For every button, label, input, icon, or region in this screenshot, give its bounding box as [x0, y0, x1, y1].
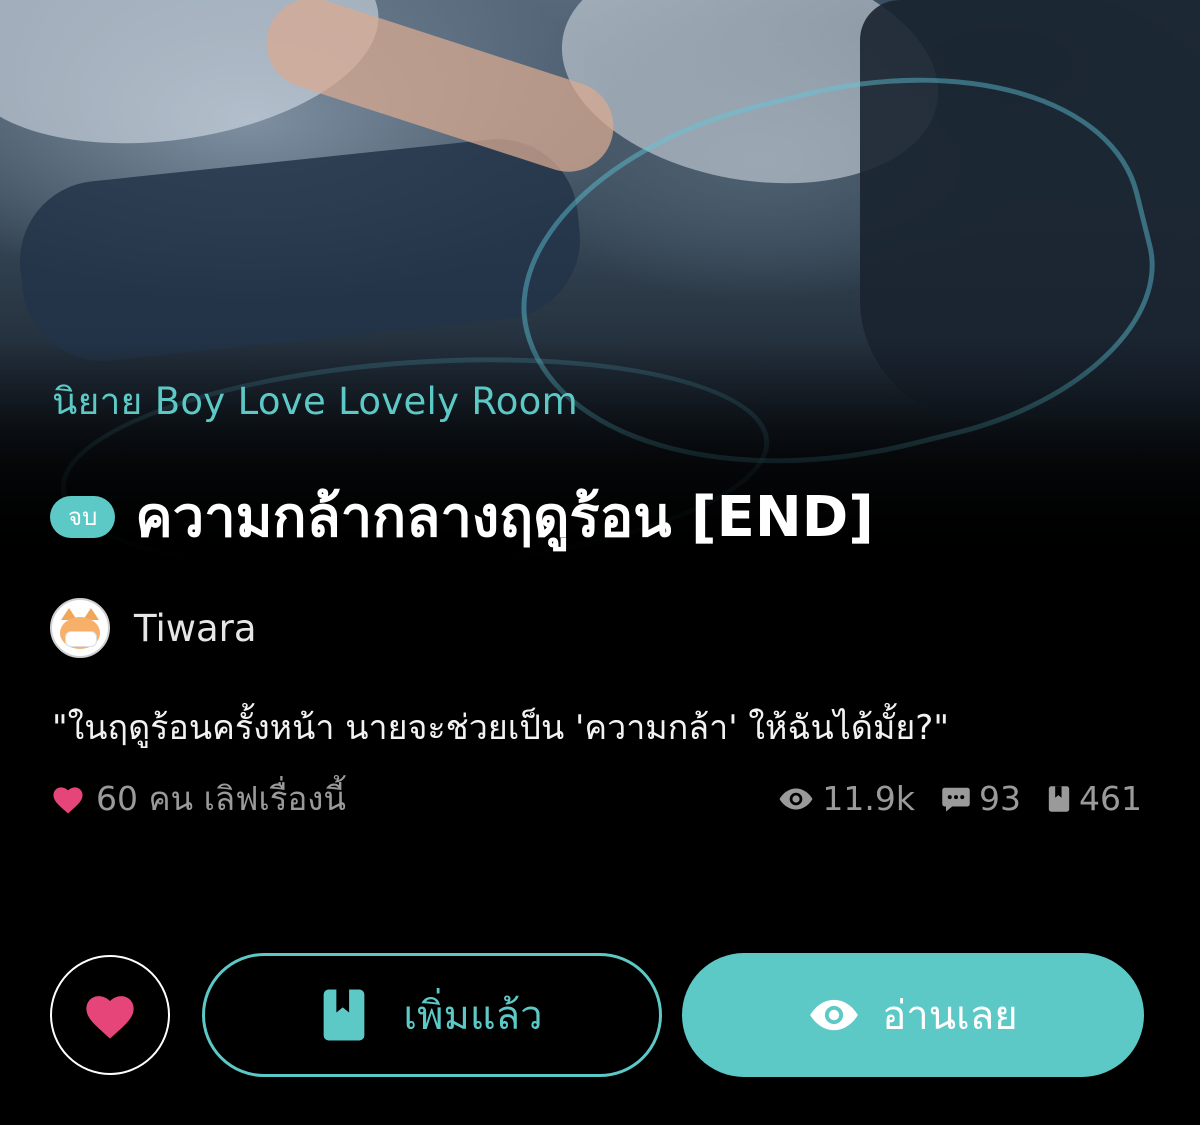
heart-icon — [86, 996, 134, 1039]
comments-stat: 93 — [941, 779, 1021, 818]
story-tagline: "ในฤดูร้อนครั้งหน้า นายจะช่วยเป็น 'ความก… — [52, 708, 949, 748]
stats-row: 60 คน เลิฟเรื่องนี้ 11.9k 93 461 — [50, 772, 1142, 825]
read-label: อ่านเลย — [882, 993, 1018, 1039]
avatar[interactable] — [50, 598, 110, 658]
story-title: ความกล้ากลางฤดูร้อน [END] — [135, 485, 874, 550]
added-to-library-button[interactable]: เพิ่มแล้ว — [202, 953, 662, 1077]
story-category[interactable]: นิยาย Boy Love Lovely Room — [52, 372, 578, 431]
heart-icon — [53, 786, 83, 814]
book-icon — [1048, 785, 1070, 812]
bookmarks-stat: 461 — [1047, 779, 1142, 818]
likes-text: 60 คน เลิฟเรื่องนี้ — [96, 779, 346, 818]
eye-icon — [810, 999, 859, 1031]
status-badge: จบ — [50, 495, 116, 538]
comments-count: 93 — [979, 779, 1021, 818]
read-now-button[interactable]: อ่านเลย — [682, 953, 1144, 1077]
title-row: จบ ความกล้ากลางฤดูร้อน [END] — [50, 472, 874, 561]
love-button[interactable] — [50, 955, 170, 1075]
avatar-mask — [65, 631, 97, 647]
comment-icon — [942, 787, 970, 811]
views-stat: 11.9k — [778, 779, 915, 818]
author-link[interactable]: Tiwara — [50, 598, 257, 658]
eye-icon — [779, 788, 813, 809]
book-icon — [324, 989, 365, 1041]
views-count: 11.9k — [822, 779, 915, 818]
added-label: เพิ่มแล้ว — [403, 993, 543, 1039]
action-bar: เพิ่มแล้ว อ่านเลย — [50, 953, 1144, 1077]
story-counts: 11.9k 93 461 — [752, 779, 1142, 818]
bookmarks-count: 461 — [1079, 779, 1142, 818]
author-name[interactable]: Tiwara — [134, 607, 257, 650]
likes-info: 60 คน เลิฟเรื่องนี้ — [50, 772, 346, 825]
cover-figure — [12, 131, 588, 369]
